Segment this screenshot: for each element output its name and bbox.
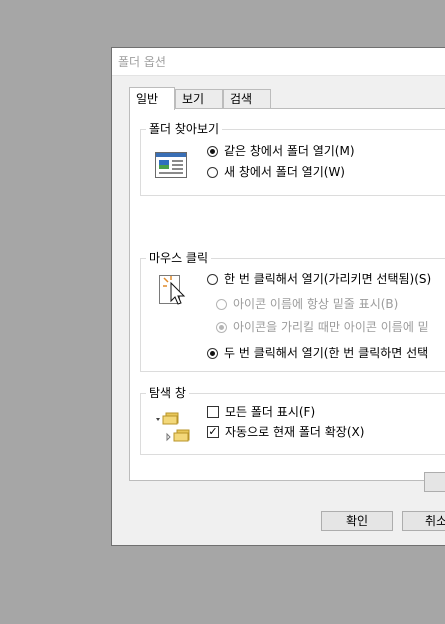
folder-options-dialog: 폴더 옵션 일반 보기 검색 폴더 찾아보기 같은 창에서 폴더 열기(M) 새… bbox=[111, 47, 445, 546]
auto-expand-option[interactable]: ✓ 자동으로 현재 폴더 확장(X) bbox=[207, 424, 364, 440]
cancel-button[interactable]: 취소 bbox=[402, 511, 445, 531]
ok-button[interactable]: 확인 bbox=[321, 511, 393, 531]
double-click-radio[interactable] bbox=[207, 347, 218, 359]
underline-hover-radio[interactable] bbox=[216, 321, 227, 333]
cancel-button-label: 취소 bbox=[425, 514, 445, 528]
window-title: 폴더 옵션 bbox=[118, 55, 166, 69]
double-click-label: 두 번 클릭해서 열기(한 번 클릭하면 선택 bbox=[224, 346, 429, 360]
open-new-window-radio[interactable] bbox=[207, 166, 218, 178]
open-same-window-label: 같은 창에서 폴더 열기(M) bbox=[224, 144, 355, 158]
open-new-window-label: 새 창에서 폴더 열기(W) bbox=[224, 165, 345, 179]
underline-hover-option[interactable]: 아이콘을 가리킬 때만 아이콘 이름에 밑 bbox=[216, 319, 429, 335]
single-click-radio[interactable] bbox=[207, 273, 218, 285]
single-click-label: 한 번 클릭해서 열기(가리키면 선택됨)(S) bbox=[224, 272, 432, 286]
navigation-pane-title: 탐색 창 bbox=[146, 385, 189, 401]
tab-general[interactable]: 일반 bbox=[129, 87, 175, 110]
general-tab-panel: 폴더 찾아보기 같은 창에서 폴더 열기(M) 새 창에서 폴더 열기(W) 마… bbox=[129, 108, 445, 492]
restore-defaults-button[interactable]: 기 bbox=[424, 472, 445, 492]
navigation-pane-group: 탐색 창 모든 폴더 표시(F) ✓ 자동으로 현재 폴더 확장(X) bbox=[140, 385, 445, 455]
show-all-folders-option[interactable]: 모든 폴더 표시(F) bbox=[207, 404, 315, 420]
folder-window-icon bbox=[155, 152, 187, 181]
mouse-click-icon bbox=[159, 275, 189, 314]
show-all-folders-label: 모든 폴더 표시(F) bbox=[225, 405, 316, 419]
tab-search[interactable]: 검색 bbox=[223, 89, 271, 108]
double-click-option[interactable]: 두 번 클릭해서 열기(한 번 클릭하면 선택 bbox=[207, 345, 428, 361]
underline-hover-label: 아이콘을 가리킬 때만 아이콘 이름에 밑 bbox=[233, 320, 429, 334]
auto-expand-checkbox[interactable]: ✓ bbox=[207, 426, 219, 438]
open-same-window-option[interactable]: 같은 창에서 폴더 열기(M) bbox=[207, 143, 355, 159]
underline-always-option[interactable]: 아이콘 이름에 항상 밑줄 표시(B) bbox=[216, 296, 398, 312]
ok-button-label: 확인 bbox=[345, 514, 369, 528]
folder-tree-icon bbox=[153, 407, 193, 446]
click-items-title: 마우스 클릭 bbox=[146, 250, 212, 266]
underline-always-radio[interactable] bbox=[216, 298, 227, 310]
tab-view[interactable]: 보기 bbox=[175, 89, 223, 108]
tab-view-label: 보기 bbox=[182, 92, 205, 106]
browse-folders-title: 폴더 찾아보기 bbox=[146, 121, 223, 137]
show-all-folders-checkbox[interactable] bbox=[207, 406, 219, 418]
single-click-option[interactable]: 한 번 클릭해서 열기(가리키면 선택됨)(S) bbox=[207, 271, 431, 287]
auto-expand-label: 자동으로 현재 폴더 확장(X) bbox=[225, 425, 365, 439]
open-new-window-option[interactable]: 새 창에서 폴더 열기(W) bbox=[207, 164, 345, 180]
open-same-window-radio[interactable] bbox=[207, 145, 218, 157]
browse-folders-group: 폴더 찾아보기 같은 창에서 폴더 열기(M) 새 창에서 폴더 열기(W) bbox=[140, 121, 445, 196]
tab-search-label: 검색 bbox=[230, 92, 253, 106]
underline-always-label: 아이콘 이름에 항상 밑줄 표시(B) bbox=[233, 297, 399, 311]
click-items-group: 마우스 클릭 한 번 클릭해서 열기(가리키면 선택됨)(S) 아이콘 이름에 … bbox=[140, 250, 445, 372]
title-bar[interactable]: 폴더 옵션 bbox=[112, 48, 445, 76]
tab-general-label: 일반 bbox=[136, 92, 159, 106]
